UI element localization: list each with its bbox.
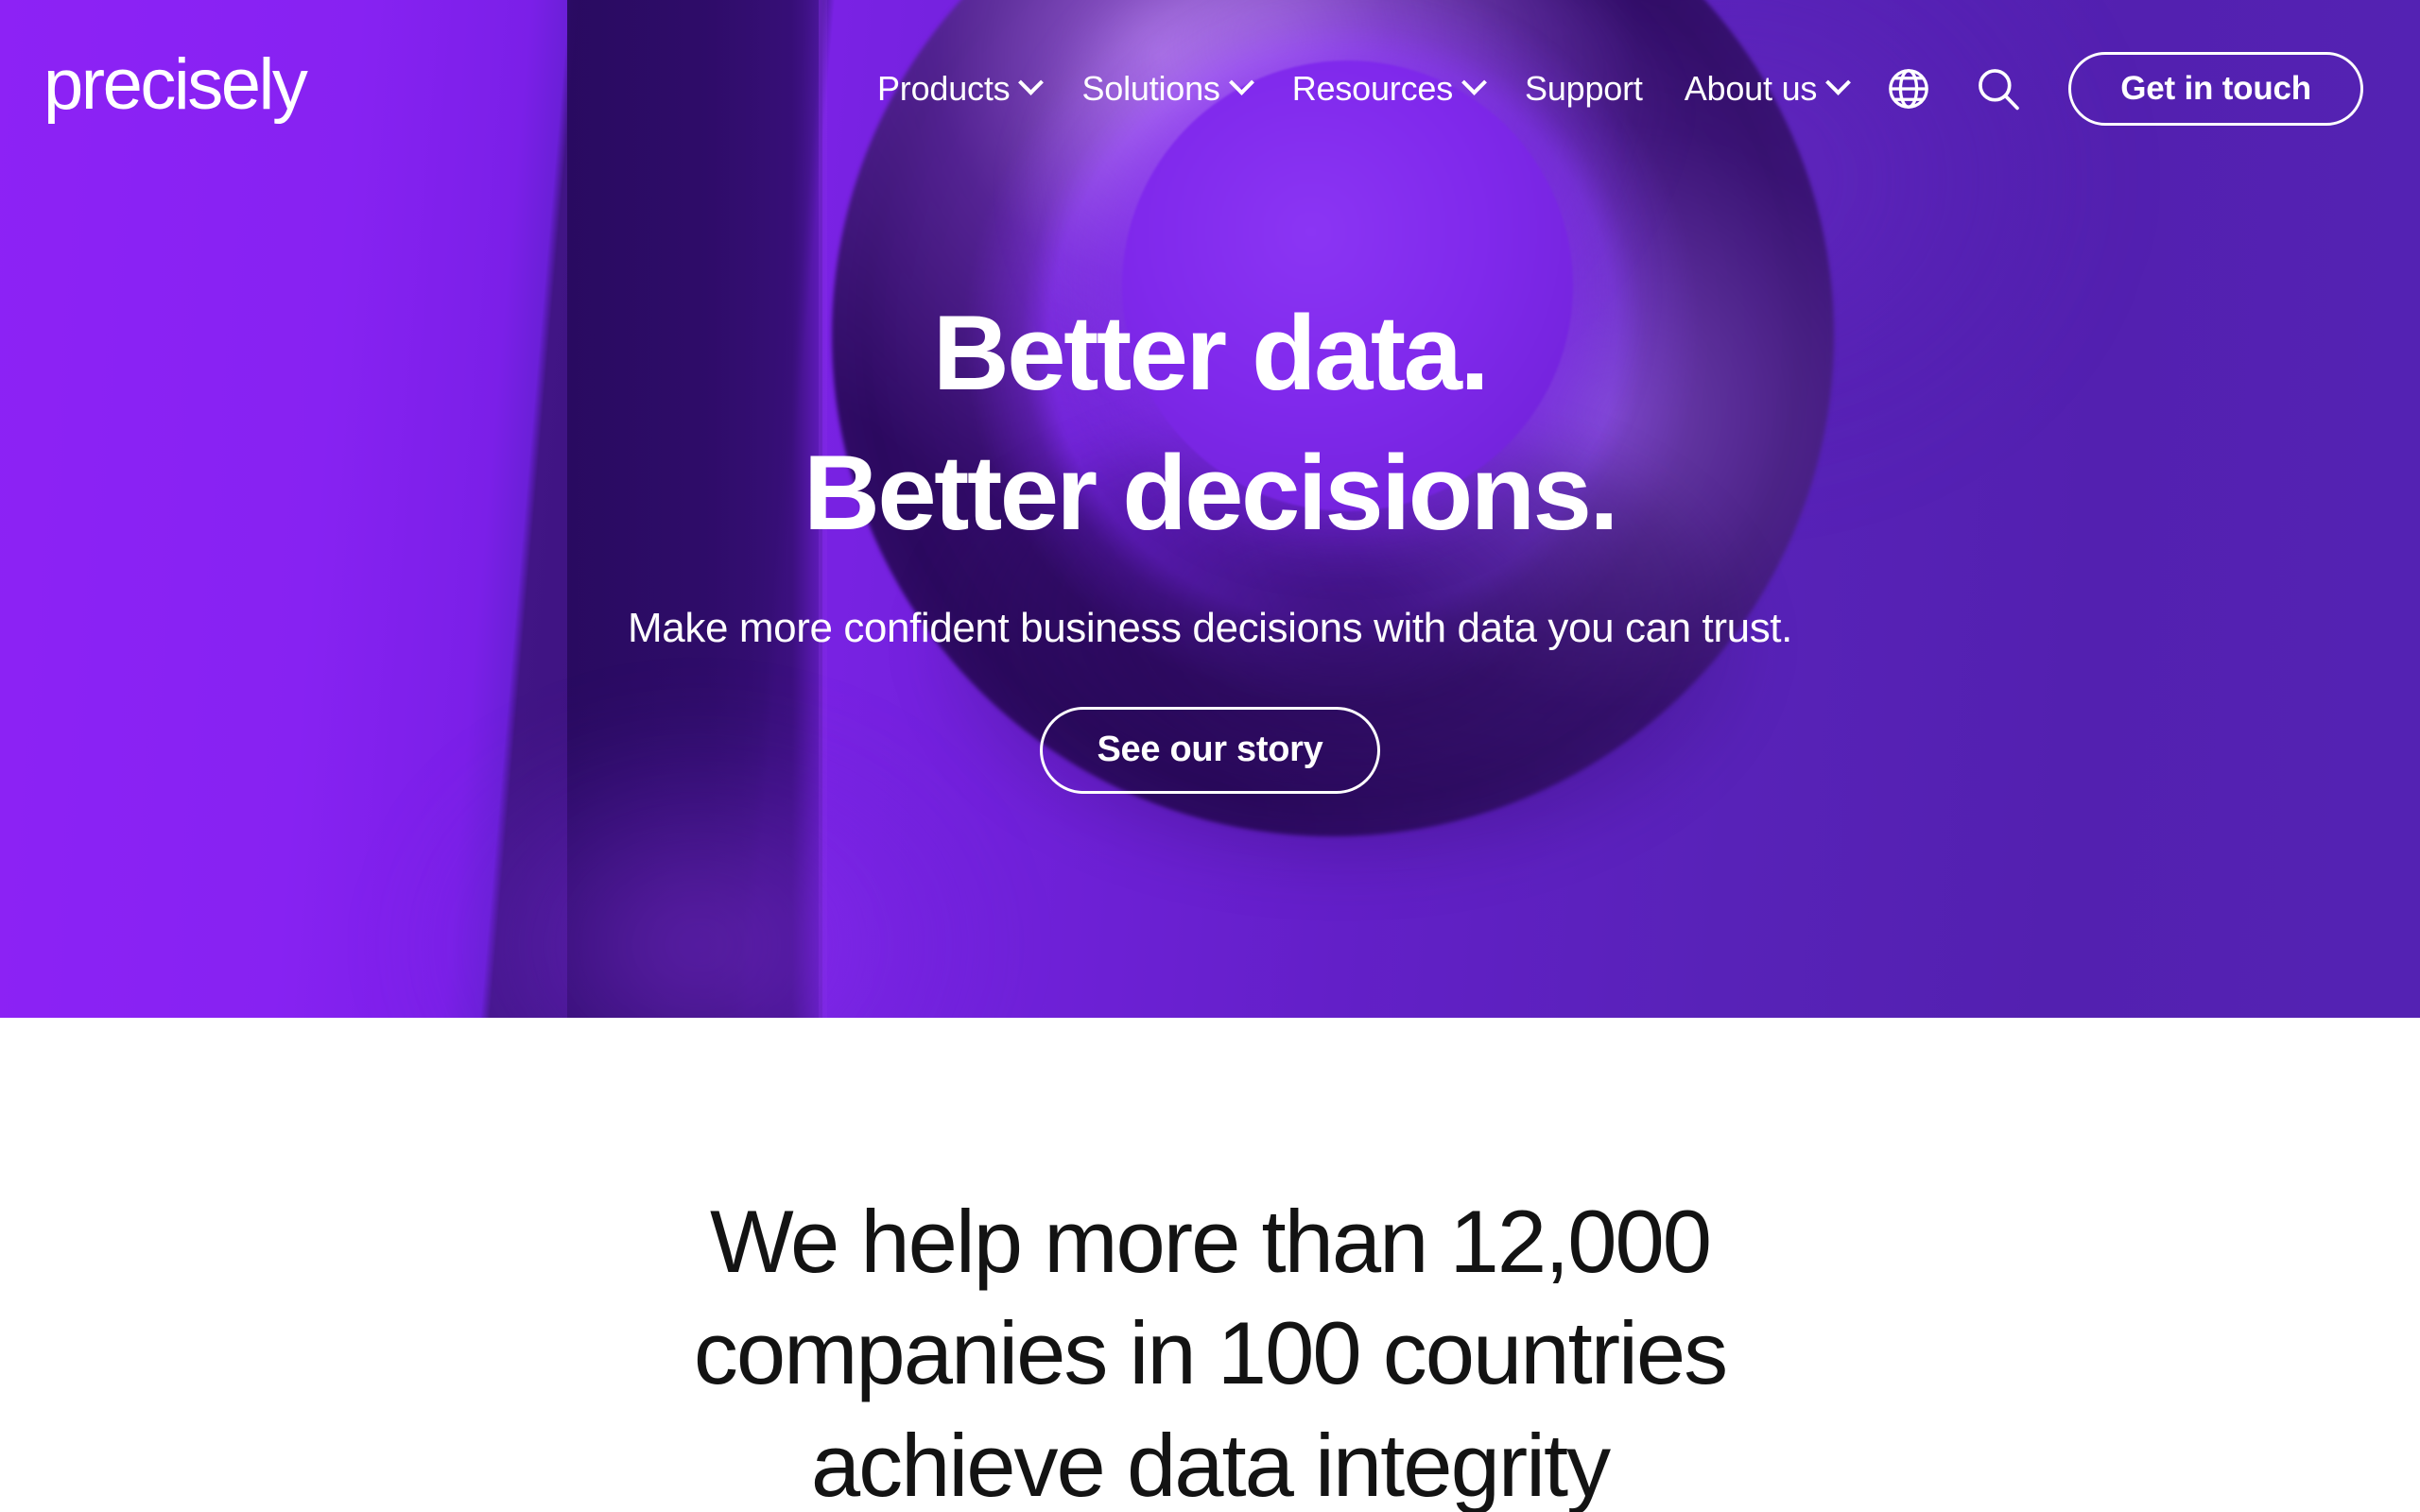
nav-item-products-label: Products: [876, 69, 1011, 108]
nav-icons-group: [1885, 64, 2023, 113]
hero-subheadline: Make more confident business decisions w…: [628, 604, 1792, 651]
hero-section: precisely Products Solutions Resources S…: [0, 0, 2420, 1018]
get-in-touch-button[interactable]: Get in touch: [2068, 52, 2363, 126]
stats-section: We help more than 12,000 companies in 10…: [0, 1018, 2420, 1512]
hero-headline-line-2: Better decisions.: [803, 433, 1619, 552]
hero-headline: Better data. Better decisions.: [0, 284, 2420, 563]
nav-item-solutions-label: Solutions: [1081, 69, 1220, 108]
chevron-down-icon: [1825, 69, 1852, 95]
hero-cta-container: See our story: [0, 706, 2420, 794]
nav-item-support[interactable]: Support: [1525, 69, 1643, 109]
nav-item-solutions[interactable]: Solutions: [1081, 69, 1254, 109]
hero-content: Better data. Better decisions. Make more…: [0, 284, 2420, 794]
chevron-down-icon: [1461, 69, 1487, 95]
nav-item-about-us[interactable]: About us: [1684, 69, 1852, 109]
stats-heading: We help more than 12,000 companies in 10…: [693, 1192, 1728, 1512]
nav-item-products[interactable]: Products: [876, 69, 1045, 109]
precisely-logo[interactable]: precisely: [43, 49, 308, 129]
main-navigation-bar: precisely Products Solutions Resources S…: [0, 0, 2420, 178]
nav-item-resources-label: Resources: [1291, 69, 1454, 108]
globe-icon: [1889, 69, 1929, 109]
see-our-story-button[interactable]: See our story: [1039, 706, 1381, 794]
language-selector-button[interactable]: [1885, 65, 1932, 112]
nav-item-about-us-label: About us: [1684, 69, 1818, 108]
nav-item-resources[interactable]: Resources: [1291, 69, 1487, 109]
hero-headline-line-1: Better data.: [932, 294, 1490, 412]
chevron-down-icon: [1018, 69, 1045, 95]
search-button[interactable]: [1974, 64, 2023, 113]
search-icon: [1979, 69, 2020, 111]
nav-item-support-label: Support: [1525, 69, 1643, 108]
nav-links-group: Products Solutions Resources Support Abo…: [876, 69, 1852, 109]
chevron-down-icon: [1228, 69, 1254, 95]
